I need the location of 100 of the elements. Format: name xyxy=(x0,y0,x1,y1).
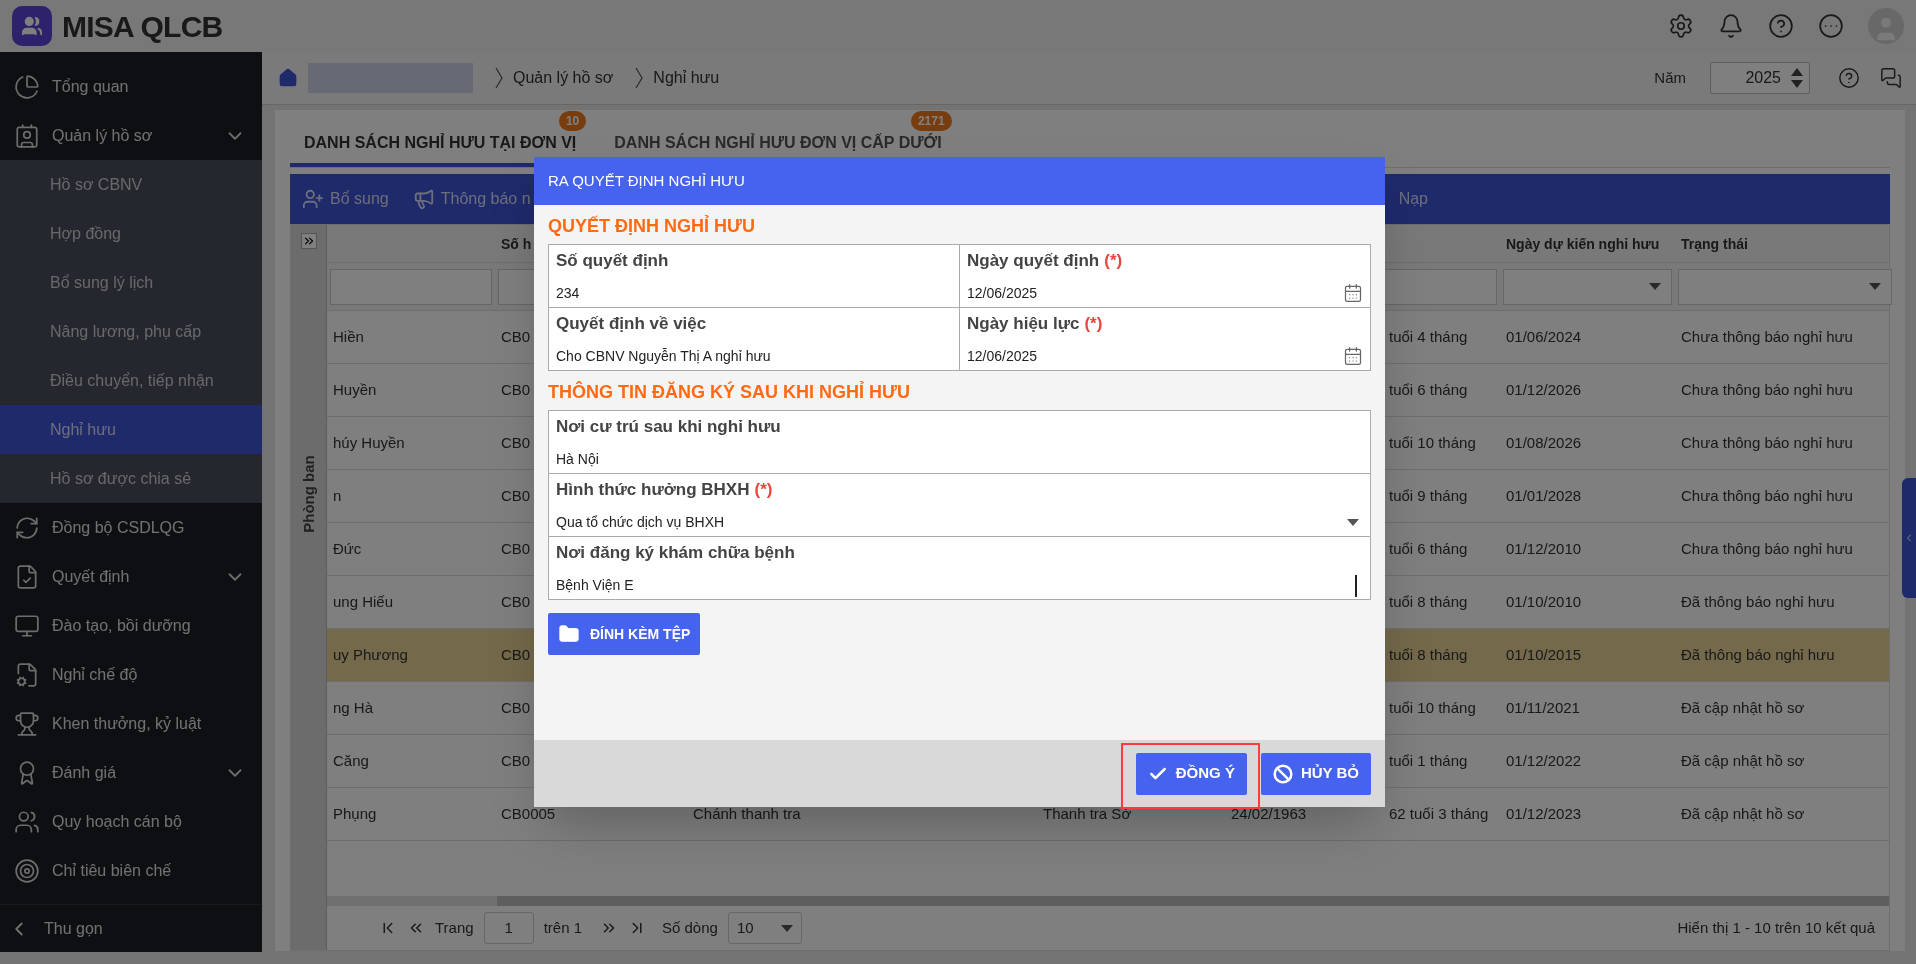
field-label: Số quyết định xyxy=(556,251,669,270)
expand-panel-icon[interactable] xyxy=(300,233,317,249)
submenu-item[interactable]: Bổ sung lý lịch xyxy=(0,258,262,307)
more-icon[interactable] xyxy=(1818,13,1844,39)
sidebar-item[interactable]: Quyết định xyxy=(0,552,262,601)
rows-dropdown[interactable]: 10 xyxy=(727,912,802,944)
year-label: Năm xyxy=(1654,67,1686,88)
field-value: Qua tổ chức dịch vụ BHXH xyxy=(556,512,726,532)
table-cell: 01/11/2021 xyxy=(1506,699,1580,716)
sidebar-item[interactable]: Tổng quan xyxy=(0,62,262,111)
form-field[interactable]: Hình thức hưởng BHXH (*) Qua tổ chức dịch vụ BHXH xyxy=(548,473,1371,537)
count-badge: 2171 xyxy=(910,111,952,131)
table-cell: Đức xyxy=(333,540,362,557)
submenu-item[interactable]: Hồ sơ được chia sẻ xyxy=(0,454,262,503)
table-cell: Đã cập nhật hồ sơ xyxy=(1681,752,1805,769)
table-cell: tuổi 10 tháng xyxy=(1389,434,1476,451)
table-cell: tuổi 4 tháng xyxy=(1389,328,1468,345)
field-label: Nơi cư trú sau khi nghỉ hưu xyxy=(556,417,781,436)
table-cell: 01/12/2023 xyxy=(1506,805,1582,822)
year-spinner[interactable]: 2025 xyxy=(1710,62,1810,94)
prohibited-icon xyxy=(1272,763,1293,784)
breadcrumb-item[interactable]: Quản lý hồ sơ xyxy=(513,66,614,90)
table-cell: CB0 xyxy=(501,752,531,769)
table-cell: CB0 xyxy=(501,593,531,610)
caret-icon xyxy=(1869,283,1881,290)
add-person-icon xyxy=(302,188,324,210)
table-cell: Chánh thanh tra xyxy=(693,805,801,822)
table-cell: ng Hà xyxy=(333,699,374,716)
toolbar-button[interactable]: Thông báo n xyxy=(412,187,531,211)
form-field[interactable]: Ngày hiệu lực (*) 12/06/2025 xyxy=(959,307,1371,371)
users-icon xyxy=(14,808,40,835)
confirm-button[interactable]: ĐỒNG Ý xyxy=(1135,752,1247,795)
toolbar-button[interactable]: Nạp xyxy=(1398,187,1428,211)
table-cell: tuổi 1 tháng xyxy=(1389,752,1468,769)
bell-icon[interactable] xyxy=(1718,13,1744,39)
sidebar-item[interactable]: Khen thưởng, kỷ luật xyxy=(0,699,262,748)
table-cell: CB0 xyxy=(501,699,531,716)
submenu-item[interactable]: Điều chuyển, tiếp nhận xyxy=(0,356,262,405)
form-field[interactable]: Quyết định về việc Cho CBNV Nguyễn Thị A nghỉ hưu xyxy=(548,307,960,371)
panel-label: Phòng ban xyxy=(298,454,318,535)
table-cell: CB0 xyxy=(501,487,531,504)
spinner-arrows-icon xyxy=(1791,67,1803,89)
help-icon[interactable] xyxy=(1768,13,1794,39)
column-header: Số h xyxy=(501,235,532,252)
pie-chart-icon xyxy=(14,73,40,100)
table-cell: Đã thông báo nghỉ hưu xyxy=(1681,646,1835,663)
table-cell: Hiền xyxy=(333,328,364,345)
field-value: Cho CBNV Nguyễn Thị A nghỉ hưu xyxy=(556,346,772,366)
home-icon[interactable] xyxy=(278,68,298,88)
form-field[interactable]: Nơi đăng ký khám chữa bệnh Bệnh Viện E xyxy=(548,536,1371,600)
sidebar-item[interactable]: Đào tạo, bồi dưỡng xyxy=(0,601,262,650)
table-cell: Phụng xyxy=(333,805,377,822)
submenu-item[interactable]: Hồ sơ CBNV xyxy=(0,160,262,209)
sidebar-item[interactable]: Nghỉ chế độ xyxy=(0,650,262,699)
table-cell: 62 tuổi 3 tháng xyxy=(1389,805,1489,822)
page-field[interactable]: 1 xyxy=(483,912,534,944)
horizontal-scrollbar[interactable] xyxy=(497,896,1889,906)
section-heading: THÔNG TIN ĐĂNG KÝ SAU KHI NGHỈ HƯU xyxy=(548,380,911,404)
table-cell: Đã cập nhật hồ sơ xyxy=(1681,699,1805,716)
required-mark: (*) xyxy=(754,480,773,499)
count-badge: 10 xyxy=(558,111,587,131)
table-cell: tuổi 6 tháng xyxy=(1389,540,1468,557)
trophy-icon xyxy=(14,710,40,737)
sidebar-item[interactable]: Quy hoạch cán bộ xyxy=(0,797,262,846)
collapse-button[interactable]: Thu gọn xyxy=(0,904,262,952)
breadcrumb-item[interactable]: Nghỉ hưu xyxy=(653,66,720,90)
field-value: Hà Nội xyxy=(556,449,600,469)
table-cell: 24/02/1963 xyxy=(1231,805,1307,822)
table-cell: Chưa thông báo nghỉ hưu xyxy=(1681,540,1853,557)
sidebar-item[interactable]: Đánh giá xyxy=(0,748,262,797)
feedback-icon[interactable] xyxy=(1880,67,1902,89)
form-field[interactable]: Số quyết định 234 xyxy=(548,244,960,308)
calendar-icon[interactable] xyxy=(1343,346,1363,366)
cancel-button[interactable]: HỦY BỎ xyxy=(1260,752,1371,795)
folder-icon xyxy=(558,623,580,645)
toolbar-button[interactable]: Bổ sung xyxy=(302,187,389,211)
calendar-icon[interactable] xyxy=(1343,283,1363,303)
table-cell: CB0 xyxy=(501,434,531,451)
table-cell: 01/01/2028 xyxy=(1506,487,1582,504)
table-cell: 01/10/2015 xyxy=(1506,646,1582,663)
table-cell: tuổi 9 tháng xyxy=(1389,487,1468,504)
caret-icon xyxy=(1649,283,1661,290)
dialog-title: RA QUYẾT ĐỊNH NGHỈ HƯU xyxy=(548,170,745,191)
attach-file-button[interactable]: ĐÍNH KÈM TỆP xyxy=(548,613,701,655)
sidebar-item[interactable]: Đồng bộ CSDLQG xyxy=(0,503,262,552)
filter-field[interactable] xyxy=(330,268,492,305)
form-field[interactable]: Ngày quyết định (*) 12/06/2025 xyxy=(959,244,1371,308)
breadcrumb-separator-icon xyxy=(495,67,503,89)
submenu-item[interactable]: Nâng lương, phụ cấp xyxy=(0,307,262,356)
form-field[interactable]: Nơi cư trú sau khi nghỉ hưu Hà Nội xyxy=(548,410,1371,474)
table-cell: Chưa thông báo nghỉ hưu xyxy=(1681,381,1853,398)
table-cell: 01/10/2010 xyxy=(1506,593,1582,610)
settings-icon[interactable] xyxy=(1668,13,1694,39)
sidebar-item[interactable]: Quản lý hồ sơ xyxy=(0,111,262,160)
help-icon[interactable] xyxy=(1838,67,1860,89)
submenu-item[interactable]: Hợp đồng xyxy=(0,209,262,258)
table-cell: CB0 xyxy=(501,540,531,557)
sidebar-item[interactable]: Chỉ tiêu biên chế xyxy=(0,846,262,895)
table-cell: Căng xyxy=(333,752,369,769)
submenu-item[interactable]: Nghỉ hưu xyxy=(0,405,262,454)
